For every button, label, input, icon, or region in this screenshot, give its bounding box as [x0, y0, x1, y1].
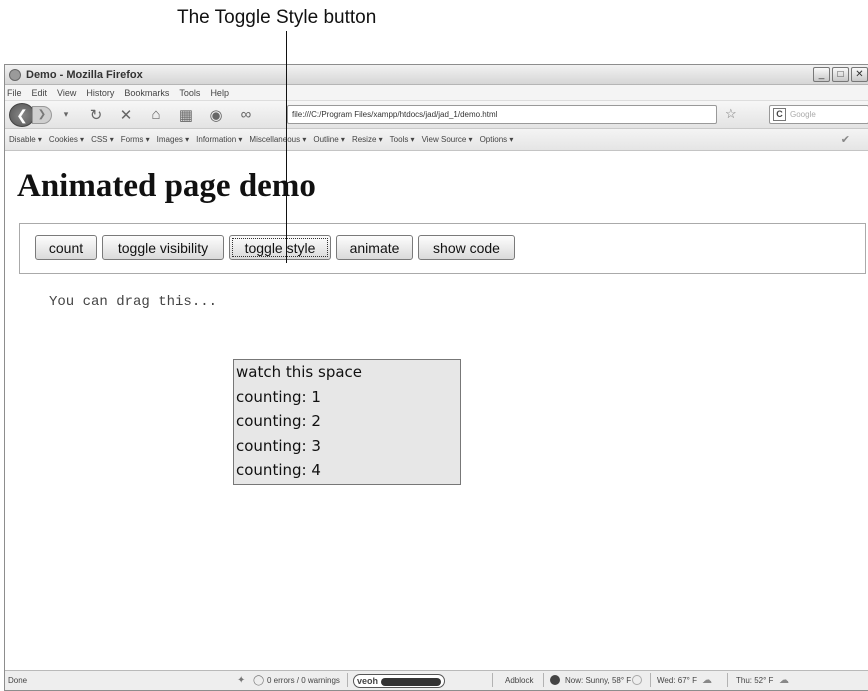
rss-icon[interactable]: ∞ — [238, 106, 254, 123]
dev-css[interactable]: CSS ▾ — [91, 135, 114, 144]
rain-icon: ☁ — [779, 675, 789, 686]
divider — [727, 673, 728, 687]
page-content: Animated page demo count toggle visibili… — [5, 151, 868, 656]
dev-disable[interactable]: Disable ▾ — [9, 135, 42, 144]
navigation-toolbar: ❮ ❯ ▾ ↻ ✕ ⌂ ▦ ◉ ∞ file:///C:/Program Fil… — [5, 101, 868, 129]
adblock-label[interactable]: Adblock — [505, 671, 533, 690]
menu-file[interactable]: File — [7, 88, 22, 98]
menu-view[interactable]: View — [57, 88, 76, 98]
url-bar[interactable]: file:///C:/Program Files/xampp/htdocs/ja… — [287, 105, 717, 124]
dev-view-source[interactable]: View Source ▾ — [422, 135, 473, 144]
close-button[interactable]: ✕ — [851, 67, 868, 82]
divider — [347, 673, 348, 687]
maximize-button[interactable]: □ — [832, 67, 849, 82]
menu-history[interactable]: History — [86, 88, 114, 98]
window-title: Demo - Mozilla Firefox — [26, 68, 143, 81]
veoh-widget[interactable]: veoh — [353, 674, 446, 688]
menu-bookmarks[interactable]: Bookmarks — [124, 88, 169, 98]
dev-forms[interactable]: Forms ▾ — [121, 135, 150, 144]
search-placeholder: Google — [790, 110, 816, 119]
counting-line: counting: 3 — [236, 436, 321, 455]
history-dropdown-icon[interactable]: ▾ — [58, 109, 74, 120]
bookmark-star-icon[interactable]: ☆ — [725, 106, 737, 122]
menu-tools[interactable]: Tools — [179, 88, 200, 98]
divider — [492, 673, 493, 687]
counting-line: counting: 2 — [236, 412, 321, 430]
dev-information[interactable]: Information ▾ — [196, 135, 242, 144]
sun-icon — [632, 675, 642, 685]
menu-bar: File Edit View History Bookmarks Tools H… — [5, 85, 868, 101]
divider — [543, 673, 544, 687]
button-panel: count toggle visibility toggle style ani… — [19, 223, 866, 274]
window-controls: _ □ ✕ — [813, 67, 868, 82]
minimize-button[interactable]: _ — [813, 67, 830, 82]
counting-line: counting: 4 — [236, 461, 321, 479]
puzzle-icon: ✦ — [237, 675, 246, 686]
dev-cookies[interactable]: Cookies ▾ — [49, 135, 84, 144]
home-icon[interactable]: ⌂ — [148, 106, 164, 123]
stop-icon[interactable]: ✕ — [118, 106, 134, 124]
show-code-button[interactable]: show code — [418, 235, 515, 260]
counting-line: counting: 1 — [236, 387, 321, 406]
forward-icon[interactable]: ❯ — [32, 105, 52, 124]
dev-outline[interactable]: Outline ▾ — [313, 135, 345, 144]
web-developer-toolbar: Disable ▾ Cookies ▾ CSS ▾ Forms ▾ Images… — [5, 129, 868, 151]
watch-line: watch this space — [236, 363, 363, 381]
weather-icon — [550, 675, 560, 685]
weather-now[interactable]: Now: Sunny, 58° F — [565, 671, 631, 690]
validator-icon: ◯ — [253, 675, 265, 686]
status-text: Done — [8, 676, 28, 685]
bookmarks-icon[interactable]: ▦ — [178, 106, 194, 124]
weather-wed[interactable]: Wed: 67° F — [657, 671, 697, 690]
menu-help[interactable]: Help — [210, 88, 229, 98]
error-count[interactable]: 0 errors / 0 warnings — [267, 671, 340, 690]
extension-icon[interactable]: ◉ — [208, 106, 224, 124]
menu-edit[interactable]: Edit — [32, 88, 48, 98]
weather-thu[interactable]: Thu: 52° F — [736, 671, 773, 690]
annotation-leader-line — [286, 31, 287, 263]
search-input[interactable]: C Google — [769, 105, 868, 124]
watch-space-box: watch this space counting: 1 counting: 2… — [233, 359, 461, 485]
dev-images[interactable]: Images ▾ — [157, 135, 189, 144]
dev-resize[interactable]: Resize ▾ — [352, 135, 383, 144]
dev-options[interactable]: Options ▾ — [480, 135, 514, 144]
toggle-visibility-button[interactable]: toggle visibility — [102, 235, 224, 260]
status-bar: Done ✦ ◯ 0 errors / 0 warnings veoh Adbl… — [5, 670, 868, 690]
dev-tools[interactable]: Tools ▾ — [390, 135, 415, 144]
draggable-text[interactable]: You can drag this... — [49, 294, 217, 310]
veoh-progress — [381, 677, 442, 686]
veoh-label: veoh — [357, 676, 379, 686]
reload-icon[interactable]: ↻ — [88, 106, 104, 124]
page-title: Animated page demo — [17, 168, 316, 204]
toggle-style-button[interactable]: toggle style — [229, 235, 331, 260]
animate-button[interactable]: animate — [336, 235, 413, 260]
firefox-icon — [9, 68, 21, 81]
divider — [650, 673, 651, 687]
count-button[interactable]: count — [35, 235, 97, 260]
annotation-caption: The Toggle Style button — [177, 7, 377, 28]
checkmark-icon: ✔ — [840, 134, 850, 146]
browser-window: Demo - Mozilla Firefox _ □ ✕ File Edit V… — [4, 64, 868, 691]
cloud-icon: ☁ — [702, 675, 712, 686]
dev-miscellaneous[interactable]: Miscellaneous ▾ — [249, 135, 306, 144]
search-engine-icon[interactable]: C — [773, 108, 786, 121]
title-bar[interactable]: Demo - Mozilla Firefox _ □ ✕ — [5, 65, 868, 85]
